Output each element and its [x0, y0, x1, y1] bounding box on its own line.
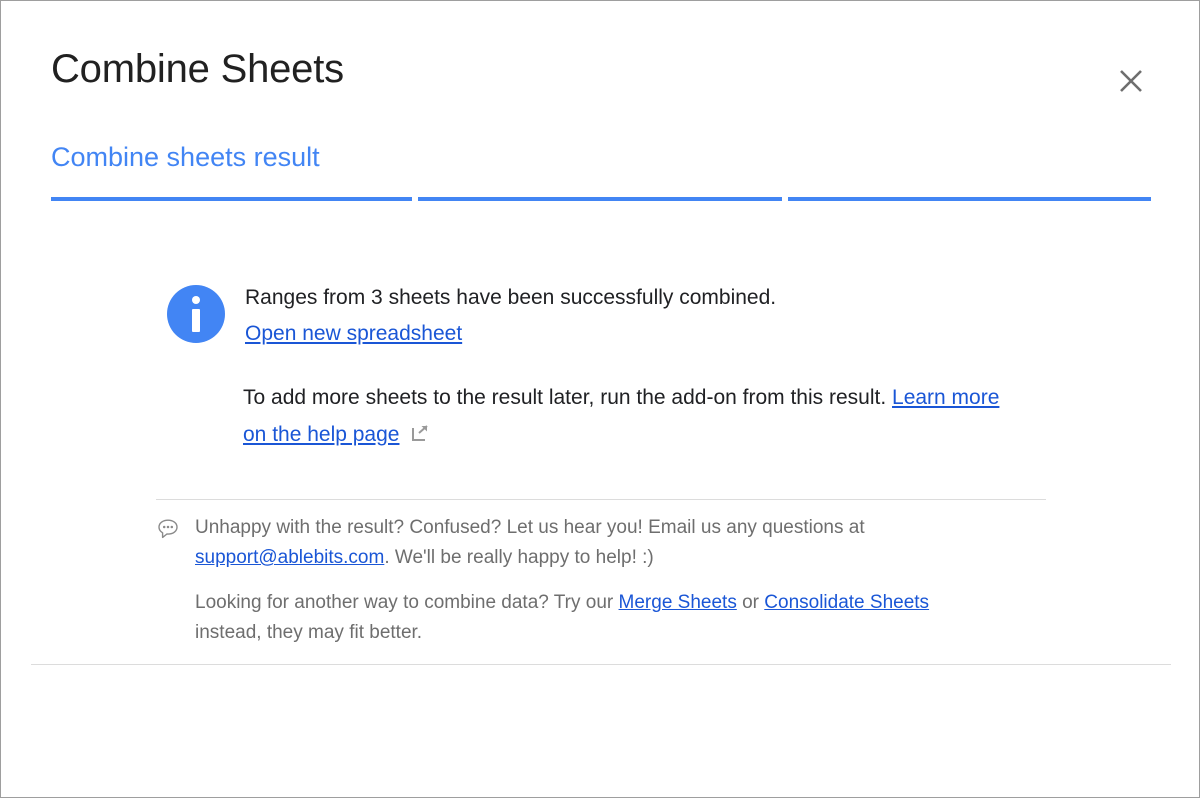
- progress-step-1: [51, 197, 412, 201]
- alt-text-mid: or: [736, 592, 765, 613]
- progress-step-2: [417, 197, 783, 201]
- progress-step-3: [788, 197, 1151, 201]
- content-divider: [156, 499, 1046, 500]
- merge-sheets-link[interactable]: Merge Sheets: [619, 592, 737, 613]
- support-text-suffix: . We'll be really happy to help! :): [384, 547, 654, 568]
- support-email-link[interactable]: support@ablebits.com: [195, 547, 384, 568]
- external-link-icon: [411, 417, 429, 454]
- support-block: Unhappy with the result? Confused? Let u…: [157, 513, 1057, 648]
- speech-bubble-icon: [157, 518, 179, 540]
- alt-text-suffix: instead, they may fit better.: [195, 622, 423, 643]
- page-title: Combine Sheets: [51, 47, 344, 91]
- combine-sheets-dialog: Combine Sheets Combine sheets result Ran…: [0, 0, 1200, 798]
- open-new-spreadsheet-link[interactable]: Open new spreadsheet: [245, 322, 462, 346]
- info-icon: [167, 285, 225, 343]
- support-email-text: Unhappy with the result? Confused? Let u…: [195, 513, 995, 573]
- support-text-prefix: Unhappy with the result? Confused? Let u…: [195, 517, 865, 538]
- consolidate-sheets-link[interactable]: Consolidate Sheets: [764, 592, 929, 613]
- result-note-text: To add more sheets to the result later, …: [243, 386, 893, 409]
- result-message: Ranges from 3 sheets have been successfu…: [245, 286, 777, 309]
- alt-text-prefix: Looking for another way to combine data?…: [195, 592, 619, 613]
- step-heading: Combine sheets result: [51, 142, 320, 172]
- result-block: Ranges from 3 sheets have been successfu…: [167, 283, 1067, 346]
- close-icon[interactable]: [1109, 59, 1153, 103]
- alternative-products-text: Looking for another way to combine data?…: [195, 588, 995, 648]
- footer-bar: Ablebits ?: [1, 665, 1199, 797]
- wizard-progress: [51, 197, 1151, 201]
- result-note: To add more sheets to the result later, …: [243, 379, 1023, 454]
